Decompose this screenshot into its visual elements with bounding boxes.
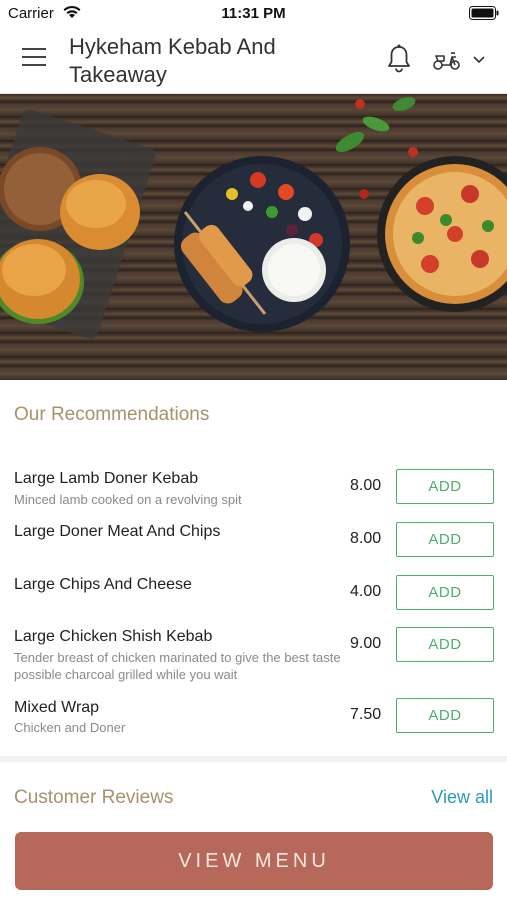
view-menu-button[interactable]: VIEW MENU	[15, 832, 493, 890]
scooter-icon[interactable]	[432, 46, 462, 72]
menu-item-name: Large Lamb Doner Kebab	[14, 470, 199, 487]
menu-item-description: Minced lamb cooked on a revolving spit	[14, 492, 242, 507]
add-button[interactable]: ADD	[396, 575, 494, 610]
menu-item-name: Large Chicken Shish Kebab	[14, 628, 213, 645]
battery-icon	[469, 6, 499, 20]
add-button[interactable]: ADD	[396, 627, 494, 662]
menu-item-name: Large Doner Meat And Chips	[14, 523, 221, 540]
hero-food-illustration	[0, 97, 507, 339]
clock: 11:31 PM	[221, 5, 286, 22]
menu-item-name: Mixed Wrap	[14, 699, 100, 716]
add-button[interactable]: ADD	[396, 522, 494, 557]
section-divider	[0, 756, 507, 762]
chevron-down-icon[interactable]	[472, 54, 486, 64]
view-all-reviews-link[interactable]: View all	[431, 787, 493, 808]
menu-item-description: Tender breast of chicken marinated to gi…	[14, 650, 341, 682]
menu-item-price: 8.00	[350, 477, 382, 494]
hamburger-menu-icon[interactable]	[22, 48, 48, 70]
menu-item-description: Chicken and Doner	[14, 720, 126, 735]
app-header: Hykeham Kebab And Takeaway	[0, 26, 507, 94]
menu-item-price: 4.00	[350, 583, 382, 600]
menu-item-price: 8.00	[350, 530, 382, 547]
reviews-heading: Customer Reviews	[14, 787, 174, 808]
bell-icon[interactable]	[386, 44, 412, 74]
add-button[interactable]: ADD	[396, 698, 494, 733]
menu-item-price: 9.00	[350, 635, 382, 652]
recommendations-heading: Our Recommendations	[14, 404, 210, 425]
page-title: Hykeham Kebab And Takeaway	[69, 34, 276, 87]
hero-food-image	[0, 94, 507, 380]
menu-item-price: 7.50	[350, 706, 382, 723]
add-button[interactable]: ADD	[396, 469, 494, 504]
status-bar: Carrier 11:31 PM	[0, 0, 507, 26]
menu-item-name: Large Chips And Cheese	[14, 576, 192, 593]
